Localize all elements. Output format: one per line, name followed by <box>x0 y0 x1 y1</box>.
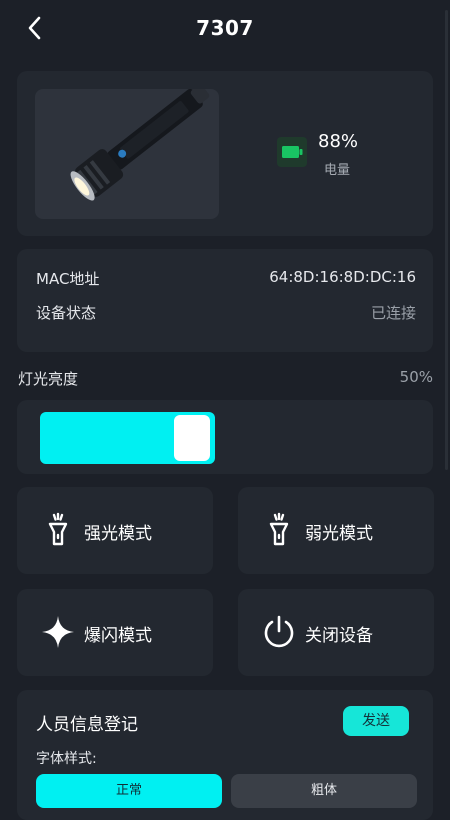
flashlight-icon <box>48 512 68 546</box>
page-title: 7307 <box>196 16 254 40</box>
send-button[interactable]: 发送 <box>343 706 409 736</box>
font-option-normal[interactable]: 正常 <box>36 774 222 808</box>
scrollbar[interactable] <box>445 10 448 470</box>
flashlight-image <box>35 84 219 219</box>
sparkle-icon <box>42 616 74 648</box>
mode-label: 弱光模式 <box>305 524 373 544</box>
slider-knob[interactable] <box>174 415 210 461</box>
brightness-slider[interactable] <box>17 400 433 474</box>
registration-card: 人员信息登记 发送 字体样式: 正常 粗体 <box>17 690 433 820</box>
mac-label: MAC地址 <box>36 270 100 288</box>
power-icon <box>264 615 294 648</box>
battery-icon <box>277 137 307 167</box>
mac-value: 64:8D:16:8D:DC:16 <box>269 268 416 286</box>
strobe-mode-button[interactable]: 爆闪模式 <box>17 589 213 676</box>
font-style-label: 字体样式: <box>36 751 97 767</box>
brightness-value: 50% <box>399 368 433 386</box>
power-off-button[interactable]: 关闭设备 <box>238 589 434 676</box>
battery-percentage: 88% <box>318 131 359 152</box>
status-label: 设备状态 <box>36 304 97 322</box>
weak-light-mode-button[interactable]: 弱光模式 <box>238 487 434 574</box>
top-bar: 7307 <box>0 0 450 56</box>
strong-light-mode-button[interactable]: 强光模式 <box>17 487 213 574</box>
font-option-bold[interactable]: 粗体 <box>231 774 417 808</box>
mac-row: MAC地址 64:8D:16:8D:DC:16 <box>36 268 416 290</box>
device-info-card: MAC地址 64:8D:16:8D:DC:16 设备状态 已连接 <box>17 249 433 352</box>
flashlight-icon <box>269 512 289 546</box>
mode-label: 关闭设备 <box>305 626 373 646</box>
device-card: 88% 电量 <box>17 71 433 236</box>
status-row: 设备状态 已连接 <box>36 302 416 324</box>
registration-title: 人员信息登记 <box>36 715 138 735</box>
mode-label: 强光模式 <box>84 524 152 544</box>
brightness-label: 灯光亮度 <box>18 370 79 388</box>
battery-label: 电量 <box>324 163 351 178</box>
status-value: 已连接 <box>370 304 416 322</box>
mode-label: 爆闪模式 <box>84 626 152 646</box>
